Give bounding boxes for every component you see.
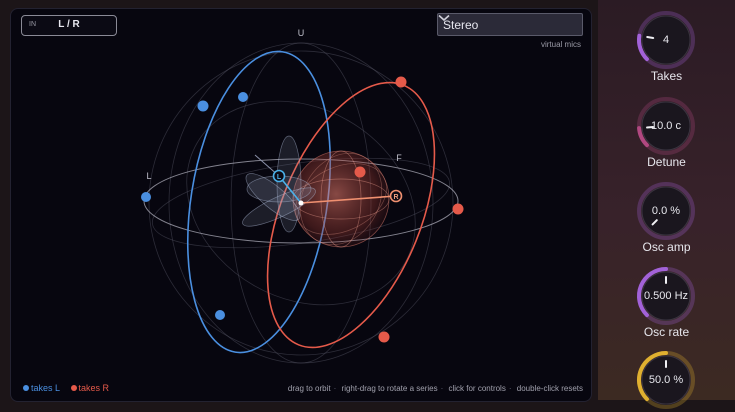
mic-r-letter: R <box>393 194 398 201</box>
axis-label-front: F <box>396 153 402 163</box>
virtual-mic-select[interactable]: Stereo <box>437 13 583 36</box>
osc-amp-value: 0.0 % <box>634 205 698 217</box>
takes-l-dots[interactable] <box>141 92 248 320</box>
take-r-dot <box>355 167 366 178</box>
hint-orbit: drag to orbit <box>288 384 331 393</box>
interaction-hints: drag to orbit· right-drag to rotate a se… <box>288 384 583 393</box>
detune-value: 10.0 c <box>634 120 698 132</box>
osc-rate-label: Osc rate <box>598 325 735 339</box>
legend-l-swatch <box>23 385 29 391</box>
virtual-mics-label: virtual mics <box>541 40 581 49</box>
axis-label-left: L <box>146 171 151 181</box>
takes-label: Takes <box>598 69 735 83</box>
legend-l-label: takes L <box>31 383 60 393</box>
take-l-dot <box>141 192 151 202</box>
origin-point <box>299 201 304 206</box>
hint-rotate: right-drag to rotate a series <box>342 384 438 393</box>
input-routing-box[interactable]: IN L / R <box>21 15 117 36</box>
controls-panel: 4 Takes 10.0 c Detune 0.0 % Osc amp 0.500 Hz Os… <box>598 0 735 400</box>
take-r-dot <box>453 204 464 215</box>
sphere-svg[interactable]: L R U L F <box>11 9 591 401</box>
axis-label-up: U <box>298 28 305 38</box>
legend: takes L takes R <box>23 382 117 393</box>
sphere-visualizer[interactable]: L R U L F IN L / R Stereo <box>10 8 592 402</box>
mic-l-letter: L <box>277 174 282 181</box>
take-l-dot <box>198 101 209 112</box>
take-l-dot <box>238 92 248 102</box>
legend-r-swatch <box>71 385 77 391</box>
take-r-dot <box>379 332 390 343</box>
hint-controls: click for controls <box>448 384 505 393</box>
take-l-dot <box>215 310 225 320</box>
hint-reset: double-click resets <box>517 384 583 393</box>
detune-label: Detune <box>598 155 735 169</box>
take-r-dot <box>396 77 407 88</box>
routing-value: L / R <box>22 19 116 30</box>
osc-amp-label: Osc amp <box>598 240 735 254</box>
osc-rate-value: 0.500 Hz <box>634 290 698 302</box>
mic-r-marker[interactable]: R <box>391 191 402 202</box>
takes-value: 4 <box>634 34 698 46</box>
mix-value: 50.0 % <box>634 374 698 386</box>
chevron-down-icon <box>438 14 450 22</box>
legend-r-label: takes R <box>79 383 110 393</box>
mic-l-marker[interactable]: L <box>274 171 285 182</box>
